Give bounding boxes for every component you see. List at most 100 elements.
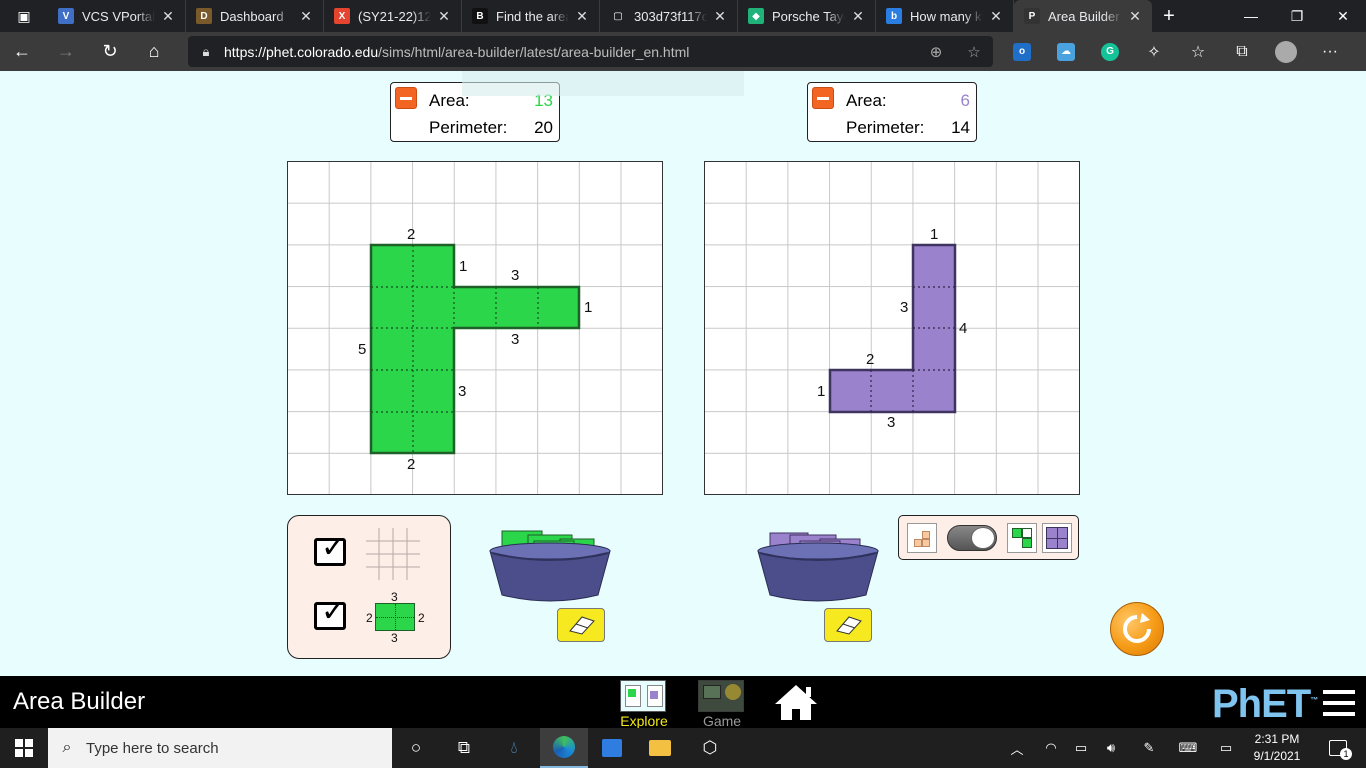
notifications-icon[interactable]: 1 xyxy=(1318,728,1358,768)
tab-close-icon[interactable]: ✕ xyxy=(161,8,175,25)
browser-tab[interactable]: ◆ Porsche Tayca ✕ xyxy=(738,0,876,32)
checkmark-icon: ✓ xyxy=(321,595,347,628)
left-dim-top: 2 xyxy=(407,226,416,243)
browser-tab[interactable]: ▢ 303d73f117c ✕ xyxy=(600,0,738,32)
address-bar[interactable]: 🔒︎ https://phet.colorado.edu/sims/html/a… xyxy=(188,36,993,67)
left-eraser-button[interactable] xyxy=(557,608,605,642)
close-window-icon[interactable]: ✕ xyxy=(1320,0,1366,32)
browser-tab[interactable]: B Find the area ✕ xyxy=(462,0,600,32)
tab-close-icon[interactable]: ✕ xyxy=(437,8,451,25)
left-dim-arm-bottom: 3 xyxy=(511,331,520,348)
grammarly-extension-icon[interactable]: G xyxy=(1088,32,1132,71)
phet-logo[interactable]: PhET™ xyxy=(1212,682,1318,727)
tab-close-icon[interactable]: ✕ xyxy=(989,8,1003,25)
board-mode-toggle[interactable] xyxy=(947,525,997,551)
green-composite-shape[interactable] xyxy=(369,243,581,455)
collapse-left-readout-button[interactable] xyxy=(395,87,417,109)
cortana-icon[interactable]: ○ xyxy=(392,728,440,768)
paint-app-icon[interactable]: 💧︎ xyxy=(490,728,538,768)
browser-tab[interactable]: P Area Builder ✕ xyxy=(1014,0,1152,32)
left-shape[interactable] xyxy=(288,162,664,496)
tab-title: Area Builder xyxy=(1048,8,1120,24)
more-menu-icon[interactable]: ··· xyxy=(1308,32,1352,71)
profile-avatar[interactable] xyxy=(1264,32,1308,71)
tab-favicon-icon: X xyxy=(334,8,350,24)
right-area-readout: Area: 6 Perimeter: 14 xyxy=(807,82,977,142)
back-button[interactable]: ← xyxy=(0,32,44,71)
collections-icon[interactable]: ⧉ xyxy=(1220,32,1264,71)
tab-close-icon[interactable]: ✕ xyxy=(1128,8,1142,25)
eraser-icon xyxy=(569,616,595,635)
left-shape-board[interactable]: 2 1 3 1 3 5 3 2 xyxy=(287,161,663,495)
forward-button[interactable]: → xyxy=(44,32,88,71)
left-dim-right-lower: 3 xyxy=(458,383,467,400)
taskbar-search[interactable]: ⌕ Type here to search xyxy=(48,728,392,768)
lock-icon[interactable]: 🔒︎ xyxy=(188,44,224,60)
home-screen-icon[interactable] xyxy=(772,682,820,722)
windows-logo-icon xyxy=(15,739,33,757)
purple-shape-bucket[interactable] xyxy=(756,527,880,603)
tab-title: Porsche Tayca xyxy=(772,8,845,24)
desktop-icon[interactable]: ▭ xyxy=(1212,728,1240,768)
favorites-icon[interactable]: ☆ xyxy=(1176,32,1220,71)
explore-screen-label: Explore xyxy=(620,713,668,729)
outlook-extension-icon[interactable]: o xyxy=(1000,32,1044,71)
refresh-button[interactable]: ↻ xyxy=(88,32,132,71)
new-tab-button[interactable]: + xyxy=(1152,5,1186,28)
minimize-icon[interactable]: — xyxy=(1228,0,1274,32)
show-hidden-icons[interactable]: ︿ xyxy=(1004,728,1030,768)
edge-browser-icon[interactable] xyxy=(540,728,588,768)
favorite-star-icon[interactable]: ☆ xyxy=(955,43,993,61)
tab-close-icon[interactable]: ✕ xyxy=(713,8,727,25)
clock-date: 9/1/2021 xyxy=(1253,749,1301,763)
store-icon[interactable] xyxy=(588,728,636,768)
tab-actions-icon[interactable]: ▣ xyxy=(0,0,48,32)
browser-tab[interactable]: X (SY21-22)120 ✕ xyxy=(324,0,462,32)
right-shape-board[interactable]: 1 3 4 2 1 3 xyxy=(704,161,1080,495)
dual-board-green-icon[interactable] xyxy=(1007,523,1037,553)
task-view-icon[interactable]: ⧉ xyxy=(440,728,488,768)
taskbar-clock[interactable]: 2:31 PM 9/1/2021 xyxy=(1244,731,1310,765)
screenshot-extension-icon[interactable]: ☁ xyxy=(1044,32,1088,71)
url-text[interactable]: https://phet.colorado.edu/sims/html/area… xyxy=(224,44,917,60)
file-explorer-icon[interactable] xyxy=(636,728,684,768)
volume-icon[interactable]: 🔊︎ xyxy=(1098,728,1124,768)
tab-close-icon[interactable]: ✕ xyxy=(299,8,313,25)
restore-icon[interactable]: ❐ xyxy=(1274,0,1320,32)
extension-icons: o ☁ G ✧ ☆ ⧉ ··· xyxy=(1000,32,1352,71)
sample-dim-bottom: 3 xyxy=(391,631,398,645)
collapse-right-readout-button[interactable] xyxy=(812,87,834,109)
game-screen-button[interactable]: Game xyxy=(696,678,748,729)
right-dim-bottom: 3 xyxy=(887,414,896,431)
home-button[interactable]: ⌂ xyxy=(132,32,176,71)
purple-composite-shape[interactable] xyxy=(828,243,957,414)
start-button[interactable] xyxy=(0,728,48,768)
extensions-puzzle-icon[interactable]: ✧ xyxy=(1132,32,1176,71)
game-thumbnail-icon xyxy=(698,680,744,712)
tab-title: (SY21-22)120 xyxy=(358,8,431,24)
right-eraser-button[interactable] xyxy=(824,608,872,642)
sample-dim-left: 2 xyxy=(366,611,373,625)
battery-icon[interactable]: ▭ xyxy=(1068,728,1094,768)
dimensions-checkbox[interactable]: ✓ xyxy=(314,597,346,630)
browser-tab[interactable]: V VCS VPortal ✕ xyxy=(48,0,186,32)
tab-close-icon[interactable]: ✕ xyxy=(575,8,589,25)
keyboard-icon[interactable]: ⌨ xyxy=(1172,728,1204,768)
right-dim-foot-left: 1 xyxy=(817,383,826,400)
pen-icon[interactable]: ✎ xyxy=(1136,728,1162,768)
dual-board-purple-icon[interactable] xyxy=(1042,523,1072,553)
tab-close-icon[interactable]: ✕ xyxy=(851,8,865,25)
browser-tab[interactable]: b How many ki ✕ xyxy=(876,0,1014,32)
reset-all-button[interactable] xyxy=(1110,602,1164,656)
3d-viewer-icon[interactable]: ⬡ xyxy=(686,728,734,768)
network-icon[interactable]: ◠ xyxy=(1038,728,1064,768)
display-options-panel: ✓ ✓ 3 2 2 3 xyxy=(287,515,451,659)
explore-screen-button[interactable]: Explore xyxy=(618,678,670,729)
browser-tab[interactable]: D Dashboard ✕ xyxy=(186,0,324,32)
single-board-icon[interactable] xyxy=(907,523,937,553)
right-shape[interactable] xyxy=(705,162,1081,496)
zoom-icon[interactable]: ⊕ xyxy=(917,43,955,61)
grid-checkbox[interactable]: ✓ xyxy=(314,533,346,566)
green-shape-bucket[interactable] xyxy=(488,527,612,603)
phet-menu-icon[interactable] xyxy=(1323,690,1355,716)
